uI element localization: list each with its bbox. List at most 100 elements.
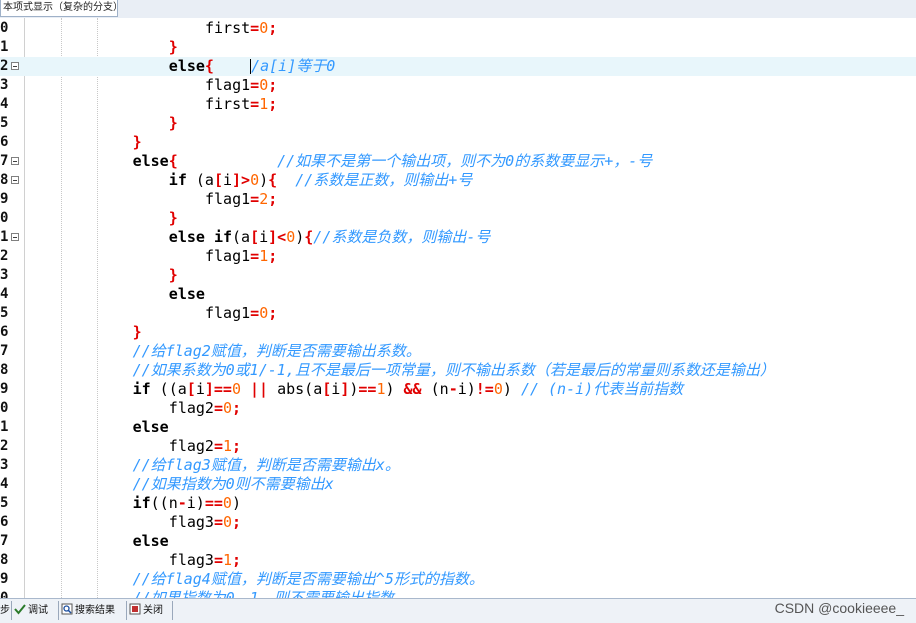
tab-debug[interactable]: 调试 (12, 601, 59, 620)
code-line[interactable]: 3 flag1=0; (0, 76, 916, 95)
code-editor[interactable]: 0 first=0; 1} 2 else{ /a[i]等于0 3 flag1=0; 4 firs… (0, 18, 916, 598)
code-line[interactable]: 1} (0, 38, 916, 57)
code-token: = (250, 247, 260, 265)
code-token: else (168, 285, 205, 303)
code-token: flag3 (168, 551, 214, 569)
code-line[interactable]: 8 //如果系数为0或1/-1,且不是最后一项常量，则不输出系数（若是最后的常量则… (0, 361, 916, 380)
file-tab[interactable]: 本项式显示（复杂的分支）.c (0, 0, 118, 17)
line-number: 6 (0, 324, 9, 340)
code-line[interactable]: 8 if (a[i]>0){ //系数是正数，则输出+号 (0, 171, 916, 190)
code-line[interactable]: 6} (0, 323, 916, 342)
code-token: (n (421, 380, 449, 398)
code-line[interactable]: 9 //给flag4赋值，判断是否需要输出^5形式的指数。 (0, 570, 916, 589)
tab-search-results[interactable]: 搜索结果 (59, 601, 127, 620)
line-number: 4 (0, 476, 9, 492)
line-number: 7 (0, 153, 9, 169)
fold-toggle-icon[interactable] (11, 157, 19, 165)
line-number: 9 (0, 191, 9, 207)
code-token: flag3 (168, 513, 214, 531)
code-token: //如果指数为0则不需要输出x (132, 475, 334, 493)
code-token: 1 (222, 437, 233, 455)
code-token: 0 (286, 228, 296, 246)
code-line[interactable]: 4 first=1; (0, 95, 916, 114)
line-number: 4 (0, 286, 9, 302)
code-line[interactable]: 0 //如果指数为0，1，则不需要输出指数 (0, 589, 916, 598)
code-line[interactable]: 5} (0, 114, 916, 133)
code-token: [ (250, 228, 260, 246)
editor-tab-bar: 本项式显示（复杂的分支）.c (0, 0, 916, 19)
code-token: else (132, 418, 169, 436)
code-line[interactable]: 4 else (0, 285, 916, 304)
line-number: 1 (0, 419, 9, 435)
code-token: i (259, 228, 269, 246)
code-token: ; (268, 247, 278, 265)
code-text: flag3=0; (169, 513, 241, 532)
code-token: ; (232, 399, 242, 417)
code-token: - (177, 494, 187, 512)
tab-step[interactable]: 步 (0, 601, 12, 620)
fold-toggle-icon[interactable] (11, 176, 19, 184)
code-line[interactable]: 7 //给flag2赋值，判断是否需要输出系数。 (0, 342, 916, 361)
tab-close-label: 关闭 (143, 605, 163, 616)
code-line[interactable]: 3 //给flag3赋值，判断是否需要输出x。 (0, 456, 916, 475)
code-token: //给flag4赋值，判断是否需要输出^5形式的指数。 (132, 570, 484, 588)
code-token: [ (322, 380, 332, 398)
code-text: if((n-i)==0) (133, 494, 241, 513)
code-token: { (304, 228, 314, 246)
tab-close[interactable]: 关闭 (127, 601, 173, 620)
code-text: } (169, 114, 178, 133)
code-line[interactable]: 0 first=0; (0, 19, 916, 38)
code-token: = (250, 19, 260, 37)
fold-toggle-icon[interactable] (11, 62, 19, 70)
tab-step-label: 步 (0, 605, 10, 616)
code-text: else (133, 418, 169, 437)
code-token: = (250, 190, 260, 208)
code-line[interactable]: 1 else (0, 418, 916, 437)
line-number: 6 (0, 134, 9, 150)
code-text: flag3=1; (169, 551, 241, 570)
code-token: = (213, 399, 223, 417)
code-text: } (169, 209, 178, 228)
code-token: if (132, 494, 151, 512)
code-line[interactable]: 5 if((n-i)==0) (0, 494, 916, 513)
code-token: ; (268, 76, 278, 94)
code-line[interactable]: 6} (0, 133, 916, 152)
fold-toggle-icon[interactable] (11, 233, 19, 241)
line-number: 4 (0, 96, 9, 112)
line-number: 5 (0, 495, 9, 511)
code-token: ; (268, 190, 278, 208)
code-line[interactable]: 9 if ((a[i]==0 || abs(a[i])==1) && (n-i)!… (0, 380, 916, 399)
code-line[interactable]: 3} (0, 266, 916, 285)
code-line[interactable]: 2 else{ /a[i]等于0 (0, 57, 916, 76)
code-token: a (204, 171, 214, 189)
code-line[interactable]: 4 //如果指数为0则不需要输出x (0, 475, 916, 494)
code-token: ) (502, 380, 521, 398)
code-line[interactable]: 2 flag1=1; (0, 247, 916, 266)
code-line[interactable]: 7 else (0, 532, 916, 551)
code-line[interactable]: 7 else{ //如果不是第一个输出项，则不为0的系数要显示+，-号 (0, 152, 916, 171)
code-line[interactable]: 5 flag1=0; (0, 304, 916, 323)
line-number: 9 (0, 381, 9, 397)
code-line[interactable]: 9 flag1=2; (0, 190, 916, 209)
code-token: //如果系数为0或1/-1,且不是最后一项常量，则不输出系数（若是最后的常量则系… (132, 361, 775, 379)
line-number: 0 (0, 20, 9, 36)
line-number: 0 (0, 210, 9, 226)
code-token: (( (150, 380, 178, 398)
code-token: a (177, 380, 187, 398)
code-text: //给flag4赋值，判断是否需要输出^5形式的指数。 (133, 570, 484, 589)
code-line[interactable]: 1 else if(a[i]<0){//系数是负数，则输出-号 (0, 228, 916, 247)
code-line[interactable]: 0 flag2=0; (0, 399, 916, 418)
code-token: flag1 (205, 247, 251, 265)
code-token: && (403, 380, 422, 398)
code-token: ; (268, 19, 278, 37)
code-line[interactable]: 2 flag2=1; (0, 437, 916, 456)
code-line[interactable]: 8 flag3=1; (0, 551, 916, 570)
code-token: ] (268, 228, 278, 246)
line-number: 3 (0, 457, 9, 473)
code-token: ) (231, 494, 241, 512)
code-text: } (169, 38, 178, 57)
code-line[interactable]: 0} (0, 209, 916, 228)
code-line[interactable]: 6 flag3=0; (0, 513, 916, 532)
